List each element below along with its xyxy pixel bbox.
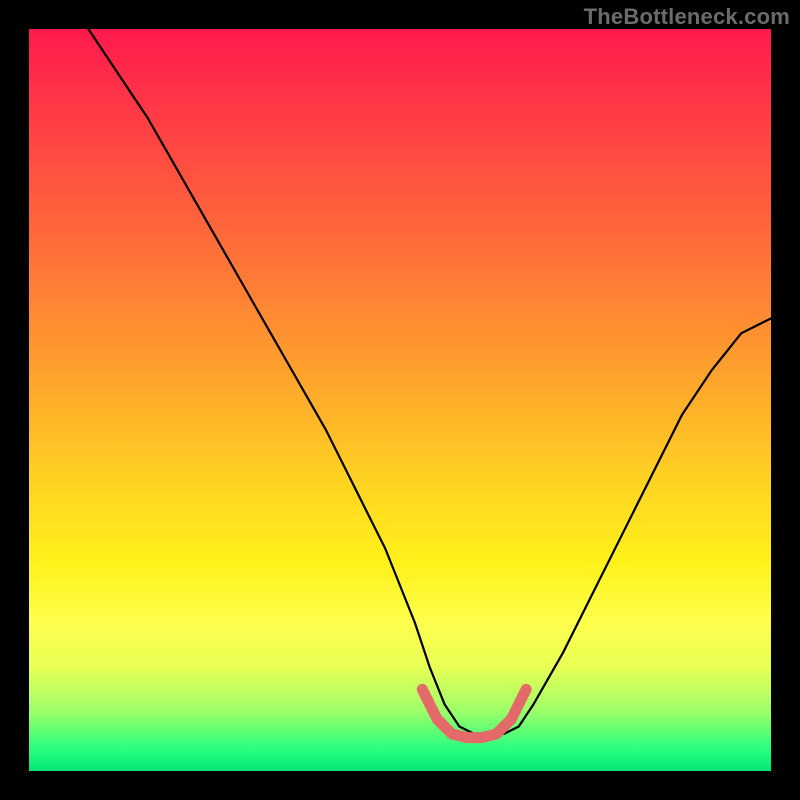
- watermark-text: TheBottleneck.com: [584, 4, 790, 30]
- curve-svg: [29, 29, 771, 771]
- bottleneck-curve: [88, 29, 771, 734]
- plot-area: [29, 29, 771, 771]
- chart-frame: TheBottleneck.com: [0, 0, 800, 800]
